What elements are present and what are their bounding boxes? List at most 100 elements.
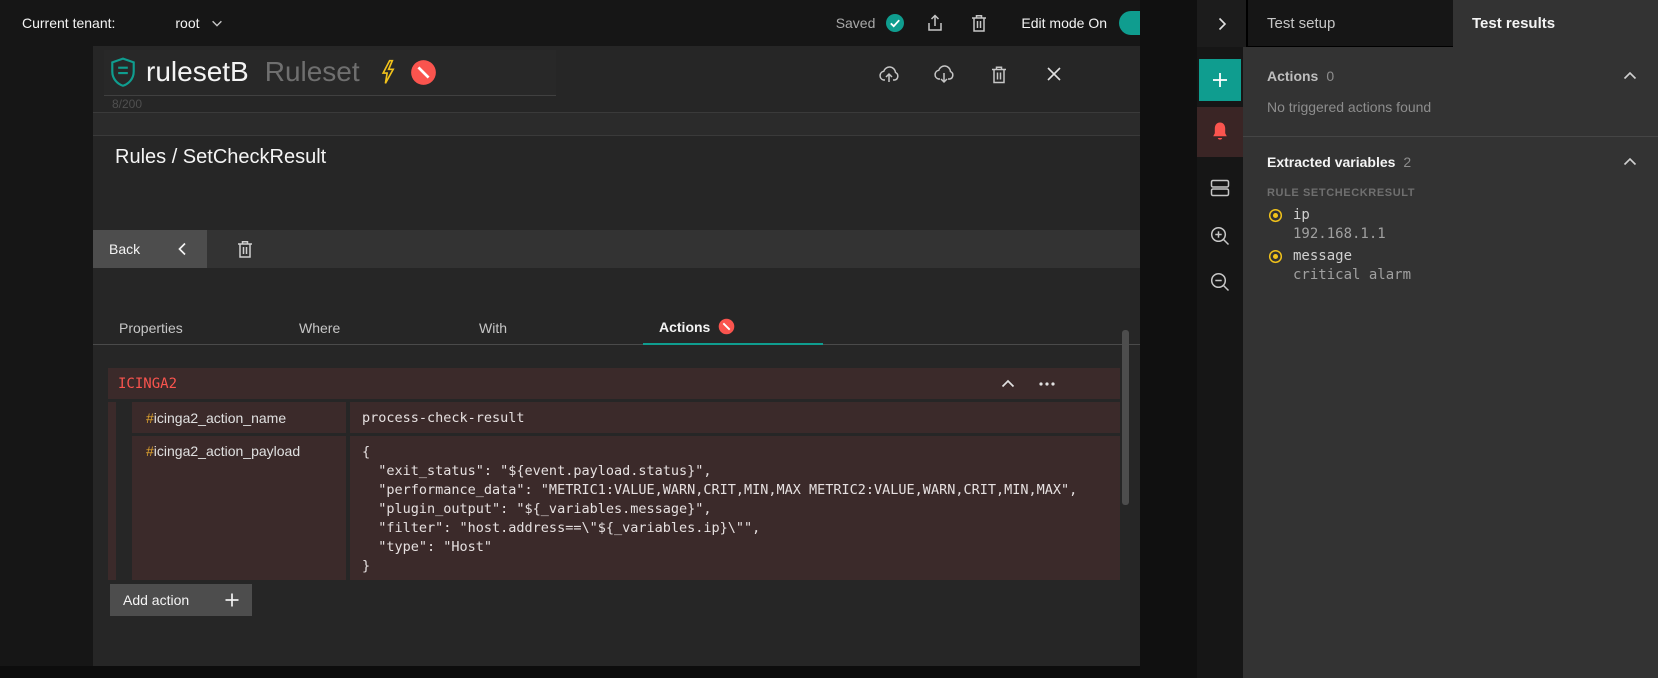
- hash-prefix: #: [146, 443, 154, 459]
- export-button[interactable]: [919, 7, 951, 39]
- ruleset-title-row: rulesetB Ruleset: [110, 56, 437, 88]
- action-group-accent: [108, 402, 116, 580]
- cloud-upload-icon: [878, 64, 900, 84]
- download-ruleset-button[interactable]: [928, 58, 960, 90]
- tab-test-setup[interactable]: Test setup: [1248, 0, 1453, 47]
- chevron-right-icon: [1214, 16, 1230, 32]
- variables-section-header: Extracted variables 2: [1243, 137, 1658, 170]
- event-list-button[interactable]: [1197, 173, 1243, 203]
- zoom-out-icon: [1209, 271, 1231, 293]
- ruleset-editor-card: rulesetB Ruleset 8/200: [93, 46, 1140, 666]
- saved-label: Saved: [836, 15, 876, 31]
- slash-circle-icon: [410, 59, 437, 86]
- tab-label: Properties: [119, 320, 183, 336]
- panel-gap: [1140, 0, 1197, 678]
- plus-icon: [1212, 72, 1228, 88]
- action-group-header[interactable]: ICINGA2: [108, 368, 1120, 399]
- tab-with[interactable]: With: [463, 310, 643, 345]
- chevron-down-icon: [210, 16, 224, 30]
- collapse-group-button[interactable]: [1000, 376, 1016, 392]
- actions-section-title: Actions: [1267, 68, 1318, 84]
- zoom-out-button[interactable]: [1197, 267, 1243, 297]
- upload-ruleset-button[interactable]: [873, 58, 905, 90]
- variables-section-title: Extracted variables: [1267, 154, 1395, 170]
- test-panel: Test setup Test results: [1197, 0, 1658, 678]
- add-test-event-button[interactable]: [1199, 59, 1241, 101]
- trash-icon: [236, 239, 254, 259]
- char-counter: 8/200: [112, 97, 142, 111]
- tab-label: With: [479, 320, 507, 336]
- rule-toolbar: Back: [93, 230, 1140, 268]
- back-button-label: Back: [109, 241, 140, 257]
- delete-ruleset-button[interactable]: [983, 58, 1015, 90]
- delete-button[interactable]: [963, 7, 995, 39]
- zoom-in-icon: [1209, 225, 1231, 247]
- close-editor-button[interactable]: [1038, 58, 1070, 90]
- trash-icon: [970, 13, 988, 33]
- variable-list: ip 192.168.1.1 message critical alarm: [1243, 206, 1658, 285]
- variable-name: message: [1293, 247, 1634, 266]
- variable-value: critical alarm: [1293, 266, 1634, 285]
- field-name: icinga2_action_name: [154, 410, 286, 426]
- add-action-button[interactable]: Add action: [110, 584, 252, 616]
- tab-properties[interactable]: Properties: [103, 310, 283, 345]
- export-icon: [925, 13, 945, 33]
- test-tool-strip: [1197, 47, 1243, 678]
- rule-group-label: RULE SETCHECKRESULT: [1267, 187, 1634, 199]
- lightning-bolt-icon: [378, 59, 398, 85]
- ruleset-name[interactable]: rulesetB: [146, 56, 249, 88]
- field-name: icinga2_action_payload: [154, 443, 300, 459]
- overflow-menu-icon[interactable]: [1038, 381, 1056, 387]
- variable-name: ip: [1293, 206, 1634, 225]
- action-payload-value[interactable]: { "exit_status": "${event.payload.status…: [350, 436, 1120, 580]
- collapsed-toolbar-band: [93, 112, 1140, 136]
- chevron-left-icon: [175, 241, 191, 257]
- delete-rule-button[interactable]: [229, 233, 261, 265]
- plus-icon: [225, 593, 239, 607]
- close-icon: [1046, 66, 1062, 82]
- check-circle-icon: [885, 13, 905, 33]
- add-action-label: Add action: [123, 592, 189, 608]
- action-group-title: ICINGA2: [118, 376, 177, 392]
- tab-test-results[interactable]: Test results: [1453, 0, 1656, 47]
- tab-actions[interactable]: Actions: [643, 310, 823, 345]
- slash-circle-icon: [718, 318, 735, 335]
- rule-tabs: Properties Where With Actions: [103, 310, 823, 345]
- tenant-value: root: [175, 15, 199, 31]
- test-panel-tabs: Test setup Test results: [1197, 0, 1658, 47]
- radio-button-icon[interactable]: [1267, 206, 1284, 225]
- top-bar: Current tenant: root Saved: [0, 0, 1197, 46]
- shield-icon: [110, 57, 136, 87]
- edit-mode-label: Edit mode On: [1021, 15, 1107, 31]
- radio-button-icon[interactable]: [1267, 247, 1284, 266]
- back-button[interactable]: Back: [93, 230, 207, 268]
- trash-icon: [990, 64, 1008, 85]
- tab-label: Test setup: [1267, 15, 1335, 32]
- actions-section-header: Actions 0: [1243, 47, 1658, 84]
- tenant-dropdown[interactable]: root: [175, 15, 223, 31]
- collapse-actions-button[interactable]: [1622, 68, 1638, 84]
- card-header-icons: [873, 58, 1070, 90]
- collapse-panel-button[interactable]: [1197, 0, 1248, 47]
- zoom-in-button[interactable]: [1197, 221, 1243, 251]
- bell-icon: [1210, 121, 1230, 143]
- no-actions-message: No triggered actions found: [1267, 99, 1634, 115]
- variables-count: 2: [1403, 154, 1411, 170]
- action-payload-label: #icinga2_action_payload: [132, 436, 346, 580]
- action-name-value[interactable]: process-check-result: [350, 402, 1120, 433]
- app-screen: Current tenant: root Saved: [0, 0, 1658, 678]
- collapse-variables-button[interactable]: [1622, 154, 1638, 170]
- save-status: Saved: [836, 13, 906, 33]
- vertical-scrollbar[interactable]: [1122, 330, 1129, 505]
- alerts-button[interactable]: [1197, 107, 1243, 157]
- action-name-label: #icinga2_action_name: [132, 402, 346, 433]
- tab-label: Test results: [1472, 15, 1555, 32]
- tab-label: Where: [299, 320, 340, 336]
- variable-value: 192.168.1.1: [1293, 225, 1634, 244]
- variable-item: ip 192.168.1.1: [1267, 206, 1634, 244]
- bottom-edge: [0, 666, 1140, 678]
- rule-breadcrumb: Rules / SetCheckResult: [115, 146, 326, 169]
- tab-label: Actions: [659, 319, 710, 335]
- variable-item: message critical alarm: [1267, 247, 1634, 285]
- tab-where[interactable]: Where: [283, 310, 463, 345]
